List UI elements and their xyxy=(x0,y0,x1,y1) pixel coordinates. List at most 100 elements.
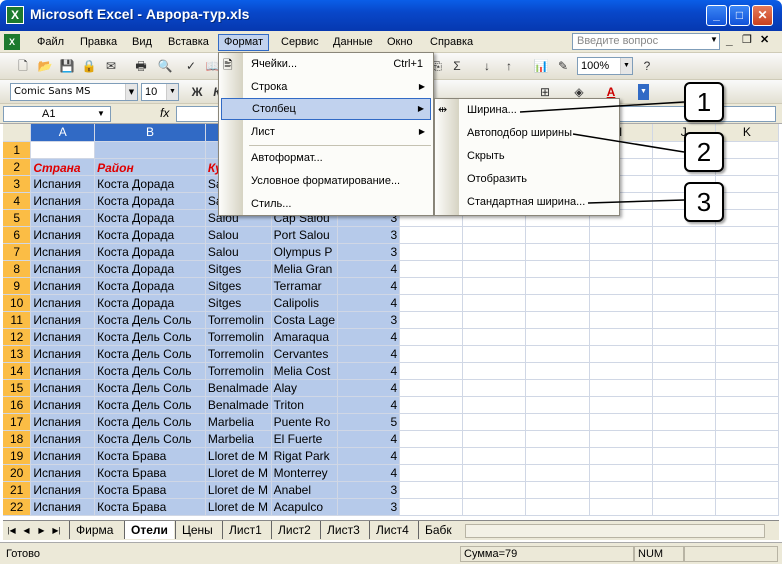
cell[interactable] xyxy=(399,396,464,414)
row-header[interactable]: 21 xyxy=(3,481,32,499)
autosum-icon[interactable]: Σ xyxy=(448,57,466,75)
row-header[interactable]: 16 xyxy=(3,396,32,414)
cell[interactable] xyxy=(525,464,590,482)
cell[interactable] xyxy=(399,481,464,499)
table-cell[interactable]: Lloret de M xyxy=(205,464,272,482)
cell[interactable] xyxy=(462,379,527,397)
cell[interactable] xyxy=(589,430,653,448)
sheet-tab-oteli[interactable]: Отели xyxy=(124,521,174,539)
cell[interactable] xyxy=(525,260,590,278)
sort-asc-icon[interactable]: ↓ xyxy=(478,57,496,75)
table-cell[interactable]: Коста Дорада xyxy=(94,277,206,295)
email-icon[interactable]: ✉ xyxy=(102,57,120,75)
cell[interactable] xyxy=(652,311,716,329)
sheet-tab-firma[interactable]: Фирма xyxy=(69,521,119,539)
menu-help[interactable]: Справка xyxy=(425,34,478,51)
row-header[interactable]: 1 xyxy=(3,141,32,159)
cell[interactable] xyxy=(525,362,590,380)
table-cell[interactable]: 4 xyxy=(337,430,401,448)
table-cell[interactable]: 4 xyxy=(337,362,401,380)
table-cell[interactable]: Испания xyxy=(30,481,96,499)
cell[interactable] xyxy=(589,498,653,516)
cell[interactable] xyxy=(652,481,716,499)
cell[interactable] xyxy=(715,260,779,278)
table-cell[interactable]: Коста Дорада xyxy=(94,226,206,244)
table-cell[interactable]: Lloret de M xyxy=(205,447,272,465)
cell[interactable] xyxy=(399,243,464,261)
table-cell[interactable]: 4 xyxy=(337,277,401,295)
cell[interactable] xyxy=(399,328,464,346)
cell[interactable] xyxy=(462,277,527,295)
cell[interactable] xyxy=(589,396,653,414)
cell[interactable] xyxy=(715,141,779,159)
menu-item-standard-width[interactable]: Стандартная ширина... xyxy=(437,191,617,213)
cell[interactable] xyxy=(462,294,527,312)
menu-item-conditional-formatting[interactable]: Условное форматирование... xyxy=(221,170,431,192)
cell[interactable] xyxy=(715,481,779,499)
cell[interactable] xyxy=(715,277,779,295)
cell[interactable] xyxy=(715,158,779,176)
table-cell[interactable]: Port Salou xyxy=(271,226,339,244)
cell[interactable] xyxy=(399,226,464,244)
table-cell[interactable]: Sitges xyxy=(205,260,272,278)
cell[interactable] xyxy=(399,498,464,516)
cell[interactable] xyxy=(589,481,653,499)
row-header[interactable]: 17 xyxy=(3,413,32,431)
table-cell[interactable]: Rigat Park xyxy=(271,447,339,465)
cell[interactable] xyxy=(525,430,590,448)
cell[interactable] xyxy=(462,362,527,380)
print-icon[interactable]: 🖶 xyxy=(132,57,150,75)
menu-item-cells[interactable]: Ячейки... Ctrl+1 xyxy=(221,53,431,75)
table-cell[interactable]: Salou xyxy=(205,243,272,261)
cell[interactable] xyxy=(715,396,779,414)
cell[interactable] xyxy=(652,396,716,414)
table-cell[interactable]: Calipolis xyxy=(271,294,339,312)
table-cell[interactable]: 4 xyxy=(337,379,401,397)
sheet-tab-list2[interactable]: Лист2 xyxy=(271,521,317,539)
name-box[interactable]: A1 xyxy=(3,106,111,122)
table-cell[interactable]: Salou xyxy=(205,226,272,244)
row-header[interactable]: 12 xyxy=(3,328,32,346)
menu-file[interactable]: Файл xyxy=(32,34,69,51)
sheet-tab-ceny[interactable]: Цены xyxy=(175,521,219,539)
sort-desc-icon[interactable]: ↑ xyxy=(500,57,518,75)
table-cell[interactable]: Испания xyxy=(30,413,96,431)
horizontal-scrollbar[interactable] xyxy=(465,524,765,538)
cell[interactable] xyxy=(525,311,590,329)
cell[interactable] xyxy=(715,294,779,312)
table-cell[interactable]: Lloret de M xyxy=(205,498,272,516)
cell[interactable] xyxy=(525,447,590,465)
table-cell[interactable]: Испания xyxy=(30,396,96,414)
chart-wizard-icon[interactable]: 📊 xyxy=(532,57,550,75)
row-header[interactable]: 2 xyxy=(3,158,32,176)
cell[interactable] xyxy=(589,328,653,346)
cell[interactable] xyxy=(525,379,590,397)
table-cell[interactable]: Sitges xyxy=(205,277,272,295)
font-size-dropdown-icon[interactable]: ▼ xyxy=(166,84,178,100)
cell[interactable] xyxy=(589,294,653,312)
cell[interactable] xyxy=(652,430,716,448)
table-cell[interactable]: Коста Брава xyxy=(94,447,206,465)
cell[interactable] xyxy=(399,362,464,380)
table-cell[interactable]: Испания xyxy=(30,328,96,346)
menu-edit[interactable]: Правка xyxy=(75,34,122,51)
table-cell[interactable]: Испания xyxy=(30,430,96,448)
cell[interactable] xyxy=(589,413,653,431)
table-cell[interactable]: Torremolin xyxy=(205,362,272,380)
last-sheet-icon[interactable]: ▶| xyxy=(50,524,63,538)
cell[interactable] xyxy=(399,447,464,465)
table-cell[interactable]: Испания xyxy=(30,464,96,482)
name-box-dropdown-icon[interactable]: ▼ xyxy=(97,109,105,118)
cell[interactable] xyxy=(715,243,779,261)
table-cell[interactable]: 4 xyxy=(337,260,401,278)
cell[interactable] xyxy=(652,294,716,312)
cell[interactable] xyxy=(652,243,716,261)
sheet-tab-list3[interactable]: Лист3 xyxy=(320,521,366,539)
row-header[interactable]: 4 xyxy=(3,192,32,210)
cell[interactable] xyxy=(462,481,527,499)
menu-format[interactable]: Формат xyxy=(218,34,270,51)
table-cell[interactable]: Испания xyxy=(30,294,96,312)
table-cell[interactable]: Terramar xyxy=(271,277,339,295)
row-header[interactable]: 20 xyxy=(3,464,32,482)
table-cell[interactable]: Испания xyxy=(30,447,96,465)
